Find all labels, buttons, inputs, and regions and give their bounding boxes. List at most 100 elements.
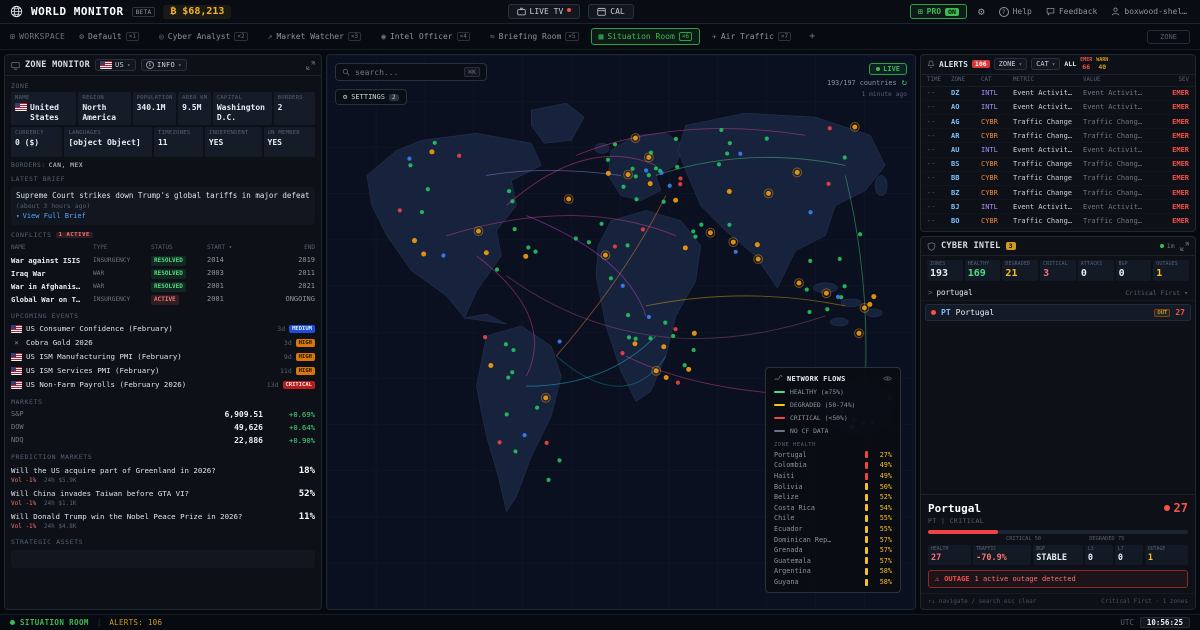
zone-health-row[interactable]: Colombia 49% (774, 461, 892, 469)
event-row[interactable]: US ISM Services PMI (February) 11d HIGH (5, 364, 321, 378)
event-row[interactable]: US Consumer Confidence (February) 3d MED… (5, 322, 321, 336)
zone-health-row[interactable]: Guyana 58% (774, 578, 892, 586)
alerts-zone-filter[interactable]: ZONE▾ (994, 58, 1027, 70)
prediction-row[interactable]: Will Donald Trump win the Nobel Peace Pr… (5, 509, 321, 532)
refresh-icon[interactable]: ↻ (902, 78, 907, 88)
calendar-button[interactable]: CAL (588, 4, 633, 19)
zone-health-row[interactable]: Costa Rica 54% (774, 504, 892, 512)
alerts-all-filter[interactable]: ALL (1064, 60, 1076, 68)
status-dot (10, 620, 15, 625)
zone-detail-stats: HEALTH 27 TRAFFIC -70.9% BGP STABLE (928, 545, 1188, 565)
account-button[interactable]: boxwood-shel… (1108, 5, 1190, 18)
workspace-tab[interactable]: ↗ Market Watcher ×3 (260, 28, 370, 45)
expand-panel-icon[interactable] (1180, 242, 1189, 251)
cyber-search-input[interactable] (937, 288, 1027, 297)
country-select[interactable]: US ▾ (95, 59, 136, 71)
world-map-panel[interactable]: ⌘K ⚙ SETTINGS 2 LIVE 193/197 countries ↻… (326, 54, 916, 610)
btc-ticker[interactable]: ₿ $68,213 (163, 5, 231, 19)
market-row[interactable]: S&P 6,909.51 +0.69% (5, 408, 321, 421)
alert-row[interactable]: -- BO CYBR Traffic Chang… Traffic Chang…… (921, 214, 1195, 228)
beta-badge: BETA (132, 7, 156, 17)
cyber-footer-hints: ↑↓ navigate / search esc clear (928, 598, 1036, 605)
workspace-tab-label: Default (88, 32, 122, 41)
zone-health-row[interactable]: Bolivia 50% (774, 483, 892, 491)
market-row[interactable]: DOW 49,626 +0.64% (5, 421, 321, 434)
settings-button[interactable]: ⚙ (975, 3, 988, 20)
event-row[interactable]: US Non-Farm Payrolls (February 2026) 13d… (5, 378, 321, 392)
workspace-tab-shortcut: ×1 (126, 32, 139, 41)
conflict-row[interactable]: War in Afghanis… WAR RESOLVED 2001 2021 (11, 280, 315, 293)
conflict-row[interactable]: Iraq War WAR RESOLVED 2003 2011 (11, 267, 315, 280)
alert-row[interactable]: -- BS CYBR Traffic Change Traffic Chang…… (921, 158, 1195, 172)
alert-row[interactable]: -- BZ CYBR Traffic Change Traffic Chang…… (921, 186, 1195, 200)
cyber-stat-cell: BGP 0 (1116, 260, 1152, 281)
workspace-tab[interactable]: ⚙ Default ×1 (71, 28, 147, 45)
alert-row[interactable]: -- AU INTL Event Activit… Event Activit…… (921, 143, 1195, 157)
alert-row[interactable]: -- BJ INTL Event Activit… Event Activit…… (921, 200, 1195, 214)
map-search-input[interactable] (355, 68, 459, 77)
zone-fact-borders: BORDERS2 (274, 92, 315, 125)
help-button[interactable]: ? Help (996, 5, 1035, 19)
zone-facts-row-1: NAME United States REGIONNorth America P… (5, 92, 321, 125)
feedback-button[interactable]: Feedback (1043, 5, 1101, 18)
calendar-icon (597, 7, 606, 16)
map-search-box[interactable]: ⌘K (335, 63, 487, 81)
event-row[interactable]: US ISM Manufacturing PMI (February) 9d H… (5, 350, 321, 364)
map-settings-button[interactable]: ⚙ SETTINGS 2 (335, 89, 407, 105)
alert-row[interactable]: -- AR CYBR Traffic Chang… Traffic Chang…… (921, 129, 1195, 143)
prediction-row[interactable]: Will China invades Taiwan before GTA VI?… (5, 486, 321, 509)
strategic-assets-clipped-row (11, 550, 315, 568)
conflict-row[interactable]: War against ISIS INSURGENCY RESOLVED 201… (11, 254, 315, 267)
pro-toggle-button[interactable]: ⊞ PRO ON (910, 4, 967, 19)
zone-quick-box[interactable]: ZONE (1147, 30, 1190, 44)
workspace-tab[interactable]: ▦ Situation Room ×6 (591, 28, 701, 45)
zone-health-row[interactable]: Haiti 49% (774, 472, 892, 480)
tv-icon (517, 7, 526, 16)
event-severity-badge: HIGH (296, 339, 315, 347)
add-workspace-button[interactable]: + (805, 31, 819, 42)
zone-health-row[interactable]: Argentina 58% (774, 567, 892, 575)
zone-health-row[interactable]: Grenada 57% (774, 546, 892, 554)
prediction-row[interactable]: Will the US acquire part of Greenland in… (5, 463, 321, 486)
zone-health-row[interactable]: Dominican Rep… 57% (774, 536, 892, 544)
zone-detail-stat-cell: L7 0 (1115, 545, 1143, 565)
workspace-tab-bar: ⊞ WORKSPACE ⚙ Default ×1 ◎ Cyber Analyst… (0, 24, 1200, 50)
market-row[interactable]: NDQ 22,886 +0.90% (5, 434, 321, 447)
zone-fact-currency: CURRENCY0 ($) (11, 127, 62, 157)
event-row[interactable]: Cobra Gold 2026 3d HIGH (5, 336, 321, 350)
zone-health-row[interactable]: Portugal 27% (774, 451, 892, 459)
zone-health-row[interactable]: Guatemala 57% (774, 557, 892, 565)
cyber-zone-row[interactable]: PT Portugal OUT 27 (925, 304, 1191, 321)
workspace-tab[interactable]: ✈ Air Traffic ×7 (704, 28, 799, 45)
alert-row[interactable]: -- AG CYBR Traffic Change Traffic Chang…… (921, 115, 1195, 129)
info-select[interactable]: i INFO ▾ (141, 59, 187, 71)
zone-health-row[interactable]: Chile 55% (774, 514, 892, 522)
zone-detail-stat-cell: L3 0 (1085, 545, 1113, 565)
eye-icon[interactable] (883, 374, 892, 383)
grid-icon: ⊞ (918, 7, 923, 16)
zone-health-bar (865, 504, 868, 511)
alerts-cat-filter[interactable]: CAT▾ (1031, 58, 1060, 70)
zone-detail-name: Portugal (928, 502, 981, 515)
zone-health-bar (865, 515, 868, 522)
live-tv-button[interactable]: LIVE TV (508, 4, 581, 19)
zone-health-row[interactable]: Belize 52% (774, 493, 892, 501)
cyber-sort-select[interactable]: Critical First ▾ (1125, 289, 1188, 297)
expand-panel-icon[interactable] (306, 61, 315, 70)
alert-row[interactable]: -- AO INTL Event Activit… Event Activit…… (921, 101, 1195, 115)
workspace-tab[interactable]: ◉ Intel Officer ×4 (373, 28, 478, 45)
live-status-chip[interactable]: LIVE (869, 63, 907, 75)
us-flag-icon (15, 103, 27, 111)
conflicts-sort-start[interactable]: START ▾ (207, 244, 243, 251)
alert-row[interactable]: -- DZ INTL Event Activit… Event Activit…… (921, 87, 1195, 101)
conflict-row[interactable]: Global War on T… INSURGENCY ACTIVE 2001 … (11, 293, 315, 306)
emer-count-stat[interactable]: EMER66 (1080, 58, 1092, 71)
workspace-tab[interactable]: ≈ Briefing Room ×5 (482, 28, 587, 45)
workspace-tab[interactable]: ◎ Cyber Analyst ×2 (151, 28, 256, 45)
view-full-brief-link[interactable]: ▾View Full Brief (16, 212, 86, 220)
warn-count-stat[interactable]: WARN40 (1096, 58, 1108, 71)
alert-row[interactable]: -- BB CYBR Traffic Change Traffic Chang…… (921, 172, 1195, 186)
zone-health-row[interactable]: Ecuador 55% (774, 525, 892, 533)
cyber-intel-title: CYBER INTEL (941, 241, 1001, 251)
statusbar-alerts-count[interactable]: ALERTS: 106 (109, 618, 162, 627)
